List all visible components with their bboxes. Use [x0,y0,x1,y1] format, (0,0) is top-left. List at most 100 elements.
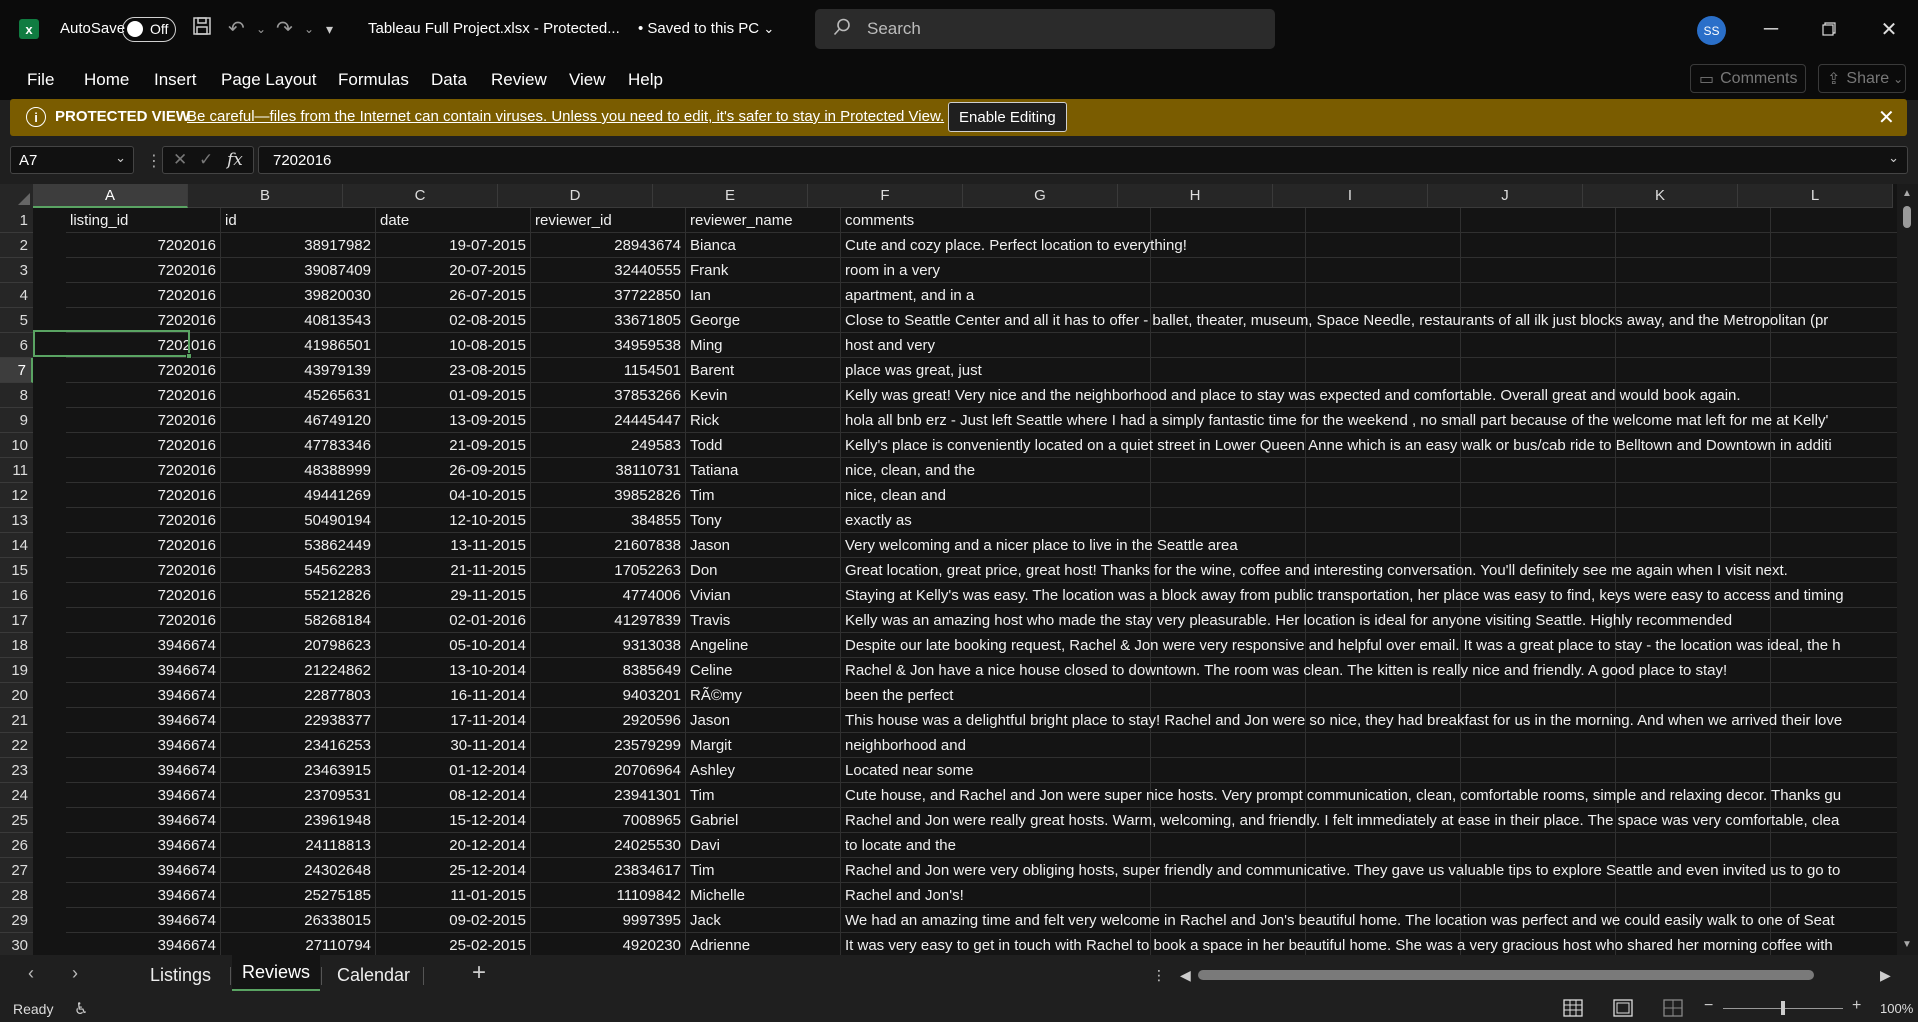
cell[interactable]: 47783346 [221,433,376,458]
tab-file[interactable]: File [27,70,54,90]
row-header[interactable]: 24 [0,783,33,808]
zoom-in-icon[interactable]: + [1852,997,1861,1015]
cell[interactable]: Michelle [686,883,841,908]
cell[interactable]: 21-09-2015 [376,433,531,458]
cell[interactable]: 9403201 [531,683,686,708]
restore-icon[interactable] [1814,14,1844,44]
row-header[interactable]: 12 [0,483,33,508]
cell[interactable]: 24025530 [531,833,686,858]
save-status[interactable]: • Saved to this PC ⌄ [638,20,774,37]
cell[interactable]: Gabriel [686,808,841,833]
tab-view[interactable]: View [569,70,606,90]
tab-insert[interactable]: Insert [154,70,197,90]
cell-area[interactable]: listing_id id date reviewer_id reviewer_name… [33,208,1897,955]
tab-data[interactable]: Data [431,70,467,90]
cell[interactable]: 1154501 [531,358,686,383]
cell[interactable]: 08-12-2014 [376,783,531,808]
zoom-slider-thumb[interactable] [1781,1001,1785,1015]
cell[interactable]: 7202016 [66,283,221,308]
cell[interactable]: Adrienne [686,933,841,955]
cell[interactable]: 30-11-2014 [376,733,531,758]
row-header[interactable]: 23 [0,758,33,783]
cell[interactable]: Angeline [686,633,841,658]
cell[interactable]: 49441269 [221,483,376,508]
cell[interactable]: 09-02-2015 [376,908,531,933]
cell[interactable]: 37853266 [531,383,686,408]
cell[interactable]: 48388999 [221,458,376,483]
cell[interactable]: 3946674 [66,808,221,833]
more-options-icon[interactable]: ⋮ [1152,967,1166,984]
cell[interactable]: 4920230 [531,933,686,955]
close-icon[interactable]: ✕ [1878,105,1895,130]
cell[interactable]: reviewer_id [531,208,686,233]
spreadsheet-grid[interactable]: ABCDEFGHIJKL 1 2 3 4 5 6 7 8 9 10 11 12 13 14 15 16 17 18… [0,184,1918,955]
cell[interactable]: Tim [686,858,841,883]
cell[interactable]: 3946674 [66,933,221,955]
cell[interactable]: 23579299 [531,733,686,758]
cell[interactable]: Jack [686,908,841,933]
cell[interactable]: 3946674 [66,733,221,758]
cell[interactable]: 9313038 [531,633,686,658]
row-header[interactable]: 20 [0,683,33,708]
cell[interactable]: exactly as [841,508,1897,533]
cell[interactable]: 01-12-2014 [376,758,531,783]
cell[interactable]: Celine [686,658,841,683]
column-header-k[interactable]: K [1583,184,1738,208]
cell[interactable]: place was great, just [841,358,1897,383]
name-box[interactable]: A7 ⌄ [10,146,134,174]
cell[interactable]: reviewer_name [686,208,841,233]
cell[interactable]: 3946674 [66,633,221,658]
cell[interactable]: 13-11-2015 [376,533,531,558]
cell[interactable]: 3946674 [66,708,221,733]
cell[interactable]: Rick [686,408,841,433]
cell[interactable]: Davi [686,833,841,858]
cell[interactable]: host and very [841,333,1897,358]
page-break-view-icon[interactable] [1662,998,1684,1018]
cell[interactable]: 46749120 [221,408,376,433]
cell[interactable]: 8385649 [531,658,686,683]
page-layout-view-icon[interactable] [1612,998,1634,1018]
row-header[interactable]: 9 [0,408,33,433]
cell[interactable]: Located near some [841,758,1897,783]
cell[interactable]: Bianca [686,233,841,258]
search-input[interactable]: Search [815,9,1275,49]
cell[interactable]: been the perfect [841,683,1897,708]
cell[interactable]: 32440555 [531,258,686,283]
cell[interactable]: 50490194 [221,508,376,533]
cell[interactable]: Vivian [686,583,841,608]
column-header-g[interactable]: G [963,184,1118,208]
cell[interactable]: Travis [686,608,841,633]
cell[interactable]: 20798623 [221,633,376,658]
row-header[interactable]: 7 [0,358,33,383]
expand-formula-icon[interactable]: ⌄ [1888,150,1899,166]
cell[interactable]: Rachel and Jon's! [841,883,1897,908]
row-header[interactable]: 21 [0,708,33,733]
scroll-down-icon[interactable]: ▼ [1902,939,1912,950]
row-header[interactable]: 15 [0,558,33,583]
cell[interactable]: 19-07-2015 [376,233,531,258]
cell[interactable]: 7202016 [66,458,221,483]
cell[interactable]: 24118813 [221,833,376,858]
row-header[interactable]: 28 [0,883,33,908]
cell[interactable]: 12-10-2015 [376,508,531,533]
tab-formulas[interactable]: Formulas [338,70,409,90]
row-header[interactable]: 22 [0,733,33,758]
cell[interactable]: 7202016 [66,508,221,533]
cell[interactable]: 41986501 [221,333,376,358]
customize-qat-icon[interactable]: ▾ [326,21,333,38]
row-header[interactable]: 29 [0,908,33,933]
cell[interactable]: 53862449 [221,533,376,558]
zoom-out-icon[interactable]: − [1704,997,1713,1015]
cell[interactable]: Great location, great price, great host!… [841,558,1897,583]
enable-editing-button[interactable]: Enable Editing [948,102,1067,132]
cell[interactable]: 7202016 [66,358,221,383]
cell[interactable]: 7202016 [66,333,221,358]
cell[interactable]: apartment, and in a [841,283,1897,308]
cell[interactable]: Jason [686,708,841,733]
cell[interactable]: Jason [686,533,841,558]
row-header[interactable]: 6 [0,333,33,358]
cell[interactable]: 23941301 [531,783,686,808]
cell[interactable]: 39852826 [531,483,686,508]
cell[interactable]: room in a very [841,258,1897,283]
cell[interactable]: RÃ©my [686,683,841,708]
